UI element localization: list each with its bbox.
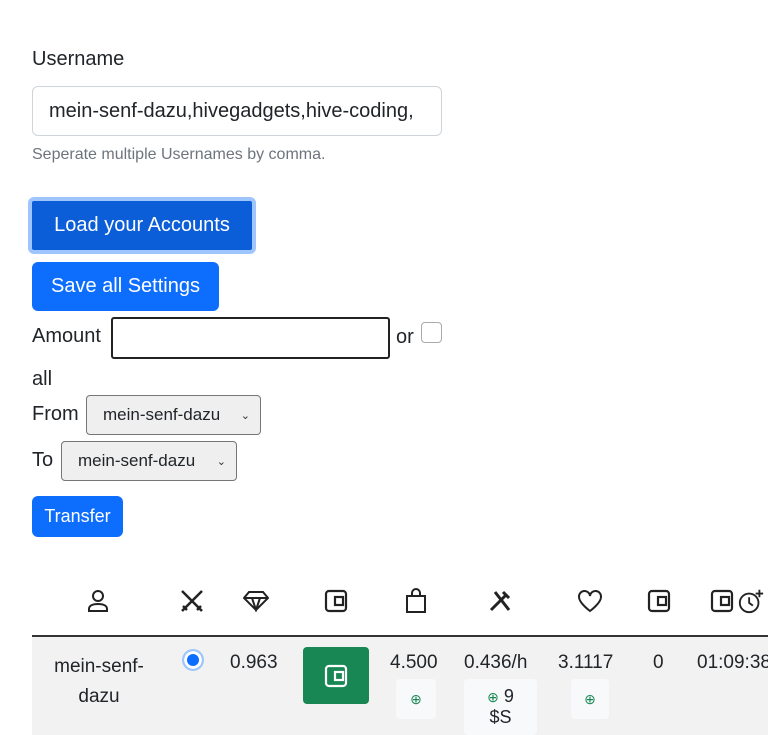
username-label: Username xyxy=(32,48,125,70)
wallet-icon xyxy=(322,588,350,614)
wallet-icon xyxy=(645,588,673,614)
all-label: all xyxy=(32,368,53,390)
to-select[interactable]: mein-senf-dazu ⌄ xyxy=(61,441,237,481)
cell-value: 4.500 xyxy=(390,652,438,673)
clock-plus-icon xyxy=(737,588,765,614)
amount-label: Amount xyxy=(32,325,101,347)
extra-value: 9 xyxy=(503,686,514,706)
heart-icon xyxy=(576,588,604,614)
from-select[interactable]: mein-senf-dazu ⌄ xyxy=(86,395,261,435)
user-icon xyxy=(84,588,112,614)
plus-circle-icon: ⊕ xyxy=(410,690,422,707)
cell-value: 3.1117 xyxy=(558,652,614,673)
add-button[interactable]: ⊕ xyxy=(571,679,609,719)
add-button[interactable]: ⊕ 9 $S xyxy=(464,679,537,735)
account-radio[interactable] xyxy=(182,649,204,671)
username-help: Seperate multiple Usernames by comma. xyxy=(32,146,326,163)
cell-value: 0 xyxy=(653,652,664,673)
from-value: mein-senf-dazu xyxy=(103,405,221,424)
all-checkbox[interactable] xyxy=(421,322,442,343)
cell-value: 0.963 xyxy=(230,652,278,673)
transfer-button[interactable]: Transfer xyxy=(32,496,123,537)
add-button[interactable]: ⊕ xyxy=(396,679,436,719)
account-name: mein-senf-dazu xyxy=(54,656,144,707)
chevron-down-icon: ⌄ xyxy=(216,455,226,468)
load-accounts-button[interactable]: Load your Accounts xyxy=(28,197,256,254)
to-value: mein-senf-dazu xyxy=(78,451,196,470)
wallet-icon xyxy=(708,588,736,614)
wallet-icon xyxy=(324,664,348,687)
or-label: or xyxy=(396,326,414,348)
extra-unit: $S xyxy=(489,707,512,727)
plus-circle-icon: ⊕ xyxy=(584,690,596,707)
chevron-down-icon: ⌄ xyxy=(240,409,250,422)
from-label: From xyxy=(32,403,79,425)
amount-input[interactable] xyxy=(111,317,390,359)
to-label: To xyxy=(32,449,54,471)
swords-off-icon xyxy=(178,588,206,614)
cell-value: 01:09:38 xyxy=(697,652,768,673)
cell-value: 0.436/h xyxy=(464,652,528,673)
wallet-button[interactable] xyxy=(303,647,369,704)
tools-icon xyxy=(486,588,514,614)
diamond-icon xyxy=(242,588,270,614)
shopping-bag-icon xyxy=(402,588,430,614)
save-settings-button[interactable]: Save all Settings xyxy=(32,262,219,311)
username-input[interactable]: mein-senf-dazu,hivegadgets,hive-coding, xyxy=(32,86,442,136)
plus-circle-icon: ⊕ xyxy=(487,689,499,705)
